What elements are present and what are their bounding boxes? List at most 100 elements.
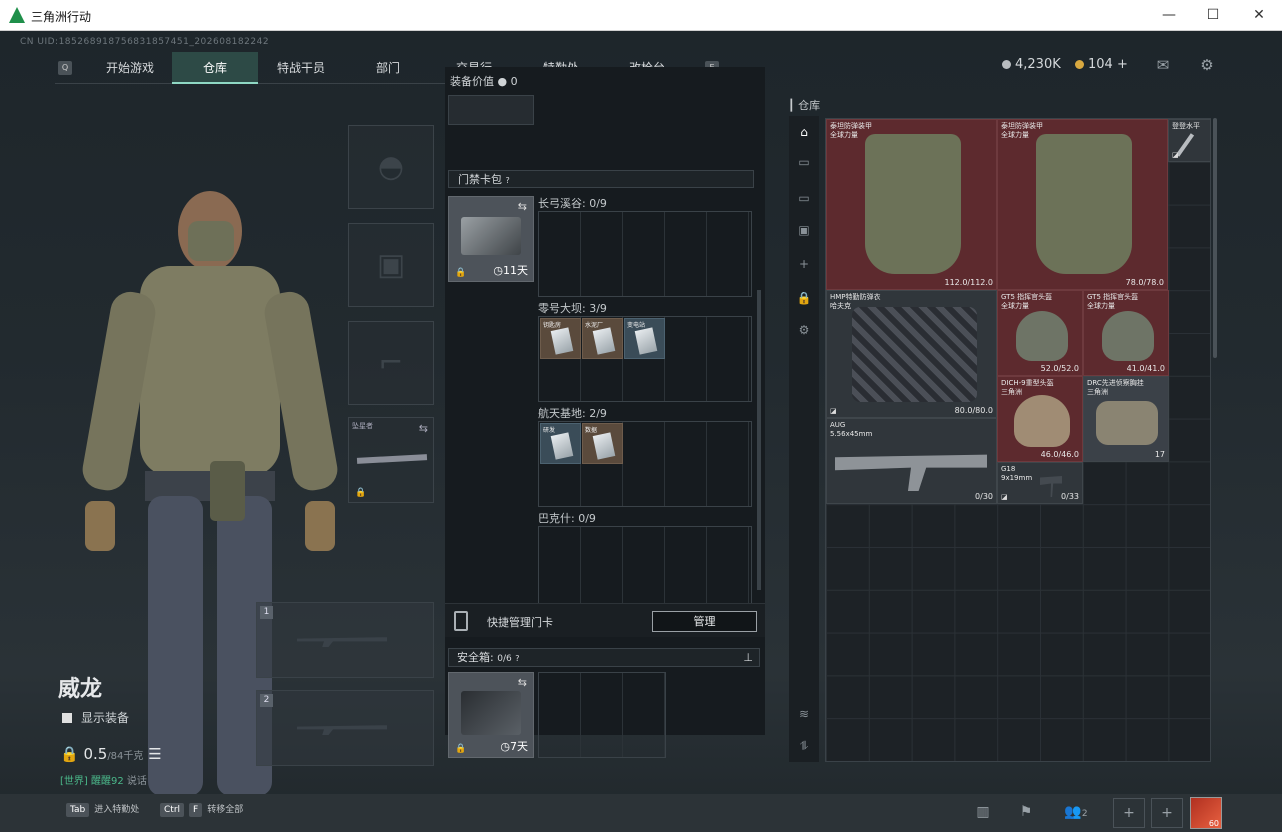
chat-line[interactable]: [世界] 醒醒92 说话 [60,772,147,787]
warehouse-item[interactable]: DICH-9重型头盔 三角洲 46.0/46.0 [997,376,1083,462]
nav-left-key[interactable]: Q [58,61,72,75]
helmet-slot[interactable]: ◓ [348,125,434,209]
keycard-time: ◷11天 [493,262,528,278]
add-slot-button[interactable]: + [1113,798,1145,828]
keycard-item[interactable]: 水泥厂 [582,318,623,359]
flag-icon[interactable]: ⚑ [1010,798,1042,828]
item-name: GT5 指挥官头盔 全球力量 [1001,293,1053,310]
mail-icon[interactable]: ✉ [1152,56,1174,74]
keycard-icon [592,327,616,355]
pin-icon[interactable]: ⊥ [743,649,753,667]
minimize-button[interactable]: — [1146,0,1192,31]
pistol-slot[interactable]: ⌐ [348,321,434,405]
currency-coins: 4,230K [1002,57,1061,72]
vest-icon [852,307,977,402]
zone-grid-3[interactable]: 研发 数据 [538,421,752,507]
checkbox[interactable] [62,713,72,723]
weapon-category-icon[interactable]: ▭ [794,152,814,172]
armor-vest-icon [865,134,961,274]
melee-slot[interactable]: 坠星者 ⇆ 🔒 [348,417,434,503]
tab-operators[interactable]: 特战干员 [258,52,344,84]
show-equipment-label: 显示装备 [81,711,130,725]
close-button[interactable]: ✕ [1236,0,1282,31]
safe-box-header: 安全箱: 0/6 ? ⊥ [448,648,760,667]
swap-icon[interactable]: ⇆ [518,676,527,689]
maximize-button[interactable]: ☐ [1190,0,1236,31]
tab-start-game[interactable]: 开始游戏 [85,52,175,84]
sort-icon[interactable]: ⥮ [794,736,814,756]
tool-icon [1175,133,1195,157]
safe-count: 0/6 [497,654,512,664]
hotkey-transfer-all[interactable]: Ctrl F 转移全部 [160,802,243,817]
zone-grid-4[interactable] [538,526,752,604]
weight-lock-icon: 🔒 [60,745,84,763]
panel-scrollbar[interactable] [757,290,761,590]
lock-icon[interactable]: 🔒 [794,288,814,308]
item-stack-count: 17 [1154,450,1165,459]
safe-box-icon [461,691,521,735]
item-name: 泰坦防弹装甲 全球力量 [1001,122,1043,139]
plus-icon[interactable]: + [794,254,814,274]
hotkey-special-ops[interactable]: Tab 进入特勤处 [66,802,139,817]
pistol-icon: ⌐ [378,345,404,381]
safe-time-value: 7天 [510,740,528,753]
lock-icon: 🔒 [455,268,467,278]
swap-icon[interactable]: ⇆ [518,200,527,213]
lock-icon: 🔒 [455,744,467,754]
tab-department[interactable]: 部门 [345,52,431,84]
warehouse-item[interactable]: AUG 5.56x45mm 0/30 [826,418,997,504]
swap-icon[interactable]: ⇆ [419,422,428,435]
warehouse-item[interactable]: DRC先进侦察胸挂 三角洲 17 [1083,376,1169,462]
warehouse-item[interactable]: 泰坦防弹装甲 全球力量 78.0/78.0 [997,119,1168,290]
add-currency-button[interactable]: + [1117,57,1128,72]
keycard-item[interactable]: 数据 [582,423,623,464]
gear-icon[interactable]: ⚙ [794,320,814,340]
warehouse-item[interactable]: G18 9x19mm ◪ 0/33 [997,462,1083,504]
equipment-category-icon[interactable]: ▭ [794,188,814,208]
show-equipment-toggle[interactable]: 显示装备 [62,709,129,726]
rifle-icon [835,454,987,491]
keycard-item[interactable]: 钥匙房 [540,318,581,359]
friends-icon: 👥 [1064,804,1082,820]
warehouse-scrollbar[interactable] [1213,118,1217,358]
gear-icon[interactable]: ⚙ [1196,56,1218,74]
warehouse-item[interactable]: 泰坦防弹装甲 全球力量 112.0/112.0 [826,119,997,290]
warehouse-all-icon[interactable]: ⌂ [794,122,814,142]
avatar[interactable]: 60 [1190,797,1222,829]
safe-box-slot[interactable]: ⇆ 🔒 ◷7天 [448,672,534,758]
coin-amount: 4,230K [1015,57,1061,72]
warehouse-item[interactable]: GT5 指挥官头盔 全球力量 41.0/41.0 [1083,290,1169,376]
safe-box-grid[interactable] [538,672,666,758]
armor-slot[interactable]: ▣ [348,223,434,307]
list-icon[interactable]: ☰ [148,745,161,763]
primary-weapon-slot-1[interactable]: 1 [256,602,434,678]
helmet-icon [1102,311,1154,361]
zone-grid-2[interactable]: 钥匙房 水泥厂 变电站 [538,316,752,402]
backpack-slot[interactable] [448,95,534,125]
help-icon[interactable]: ? [506,176,510,185]
help-icon[interactable]: ? [515,654,519,663]
armor-icon: ▣ [376,247,406,283]
warehouse-item[interactable]: GT5 指挥官头盔 全球力量 52.0/52.0 [997,290,1083,376]
keycard-item[interactable]: 研发 [540,423,581,464]
primary-weapon-slot-2[interactable]: 2 [256,690,434,766]
friends-button[interactable]: 👥2 [1056,798,1096,828]
warehouse-grid[interactable]: 泰坦防弹装甲 全球力量 112.0/112.0 泰坦防弹装甲 全球力量 78.0/7… [825,118,1211,762]
friends-count: 2 [1081,809,1088,819]
camera-category-icon[interactable]: ▣ [794,220,814,240]
coin-icon [1002,60,1011,69]
keycard-item[interactable]: 变电站 [624,318,665,359]
warehouse-item[interactable]: HMP特勤防弹衣 哈夫克 ◪ 80.0/80.0 [826,290,997,418]
manage-button[interactable]: 管理 [652,611,757,632]
layers-icon[interactable]: ≋ [794,704,814,724]
item-name: 泰坦防弹装甲 全球力量 [830,122,872,139]
tab-warehouse[interactable]: 仓库 [172,52,258,84]
keycard-pack[interactable]: ⇆ 🔒 ◷11天 [448,196,534,282]
token-icon [1075,60,1084,69]
zone-grid-1[interactable] [538,211,752,297]
warehouse-item[interactable]: 登登水平 ◪ [1168,119,1211,162]
stats-icon[interactable]: ▥ [967,798,999,828]
item-name: DRC先进侦察胸挂 三角洲 [1087,379,1144,396]
item-durability: 46.0/46.0 [1040,450,1079,459]
add-slot-button[interactable]: + [1151,798,1183,828]
